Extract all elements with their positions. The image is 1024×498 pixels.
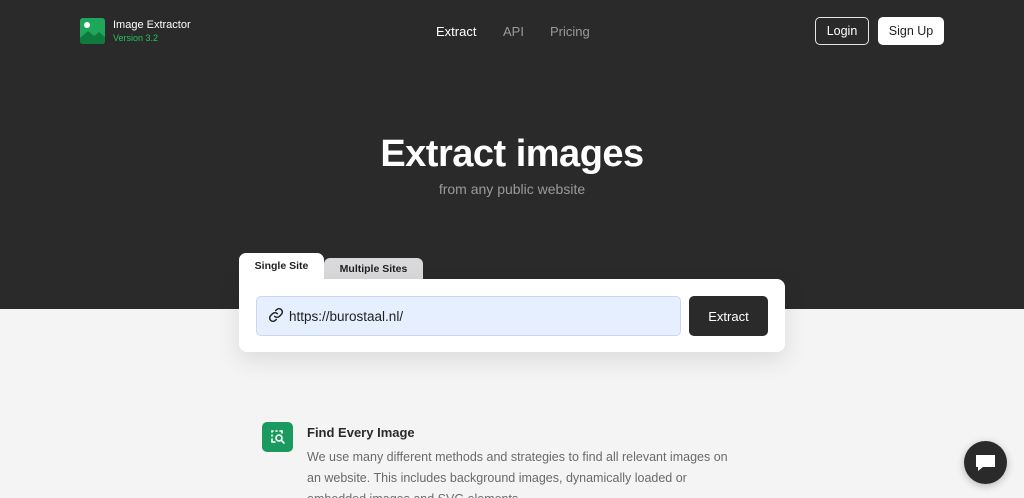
feature-title: Find Every Image — [307, 425, 415, 440]
nav-pricing[interactable]: Pricing — [550, 24, 590, 39]
tab-multiple-sites[interactable]: Multiple Sites — [324, 258, 423, 279]
page-subtitle: from any public website — [438, 181, 586, 197]
nav-extract[interactable]: Extract — [436, 24, 476, 39]
tab-single-site[interactable]: Single Site — [239, 253, 324, 280]
nav-api[interactable]: API — [503, 24, 524, 39]
link-icon — [268, 307, 284, 323]
brand-version: Version 3.2 — [113, 33, 159, 43]
chat-button[interactable] — [964, 441, 1007, 484]
image-search-icon — [262, 422, 293, 452]
page-title: Extract images — [380, 133, 644, 175]
image-icon[interactable] — [80, 18, 105, 44]
chat-icon — [976, 455, 995, 471]
extract-button[interactable]: Extract — [689, 296, 768, 336]
feature-description: We use many different methods and strate… — [307, 450, 728, 498]
signup-button[interactable]: Sign Up — [878, 17, 944, 45]
url-input[interactable] — [289, 305, 669, 327]
brand-name[interactable]: Image Extractor — [113, 19, 191, 31]
login-button[interactable]: Login — [815, 17, 869, 45]
